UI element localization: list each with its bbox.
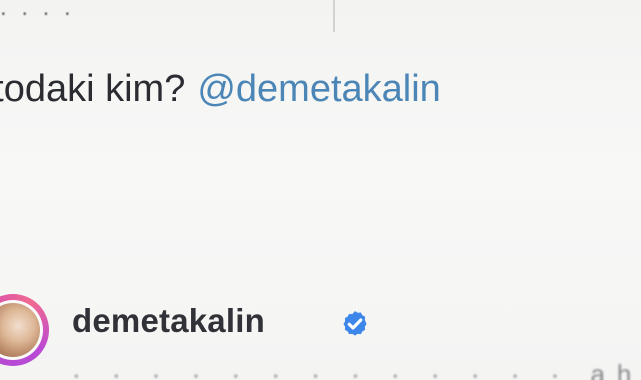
vertical-divider (333, 0, 335, 32)
avatar-border (0, 300, 43, 360)
comment-line: otodaki kim? @demetakalin (0, 64, 441, 114)
profile-photo-icon[interactable] (0, 294, 49, 366)
cropped-reply-text: · · · · · · · · · · · · · ahan (72, 359, 641, 380)
instagram-comment-screen: . . . . otodaki kim? @demetakalin demeta… (0, 0, 641, 380)
mention-link[interactable]: @demetakalin (197, 64, 440, 114)
reply-username[interactable]: demetakalin (72, 302, 265, 340)
verified-badge-icon (343, 311, 367, 336)
reply-row: demetakalin · · · · · · · · · · · · · ah… (0, 294, 641, 380)
cropped-top-text: . . . . (0, 0, 75, 21)
comment-text: otodaki kim? (0, 68, 186, 110)
avatar (0, 303, 40, 357)
